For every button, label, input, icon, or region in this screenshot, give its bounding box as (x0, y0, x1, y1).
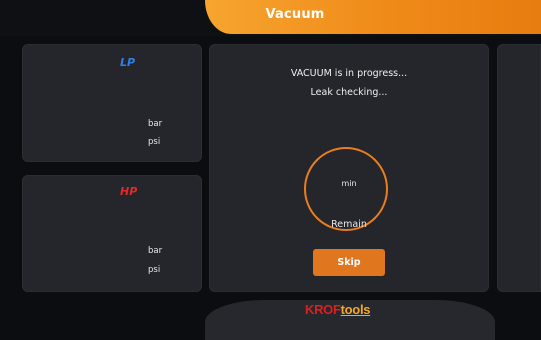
status-text: VACUUM is in progress... (290, 68, 408, 79)
logo-krof: KROF (305, 302, 341, 317)
hp-label: HP (120, 185, 138, 198)
vacuum-status-panel: VACUUM is in progress... Leak checking..… (209, 44, 489, 292)
side-panel (497, 44, 541, 292)
hp-gauge-panel: HP bar psi (22, 175, 202, 292)
hp-unit-psi: psi (148, 265, 161, 275)
substatus-text: Leak checking... (310, 87, 388, 98)
lp-label: LP (120, 56, 136, 69)
page-title: Vacuum (265, 7, 325, 22)
lp-gauge-panel: LP bar psi (22, 44, 202, 162)
lp-unit-psi: psi (148, 137, 161, 147)
remain-label: Remain (331, 219, 367, 230)
lp-unit-bar: bar (148, 119, 163, 129)
hp-unit-bar: bar (148, 246, 163, 256)
timer-unit: min (341, 179, 357, 188)
krof-tools-logo: KROFtools (305, 302, 370, 317)
logo-tools: tools (340, 302, 371, 317)
skip-button[interactable]: Skip (313, 249, 385, 276)
